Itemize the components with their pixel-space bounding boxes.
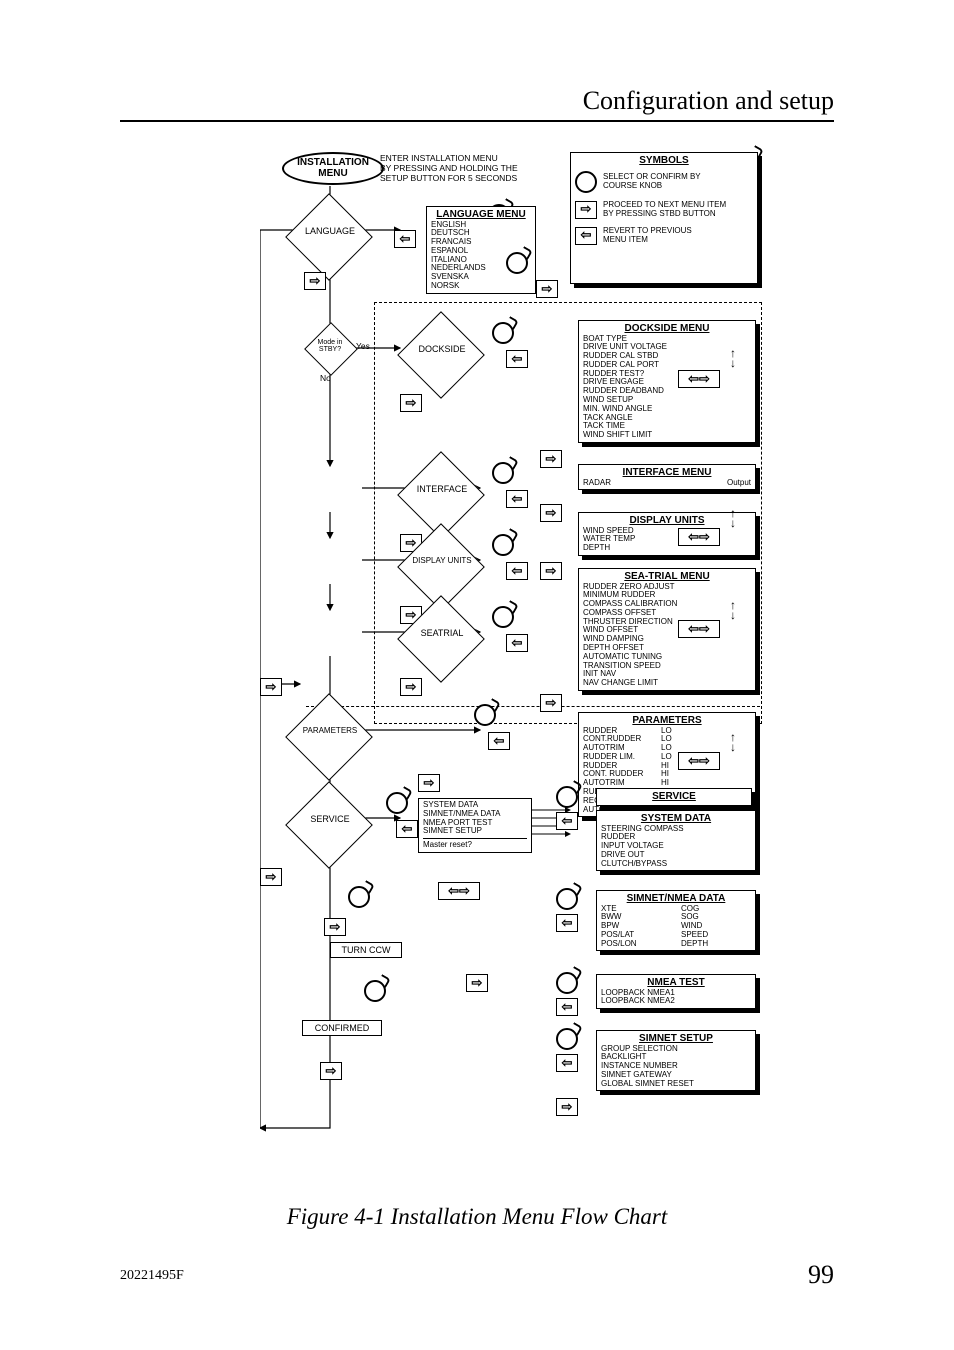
service-title: SERVICE xyxy=(596,788,752,806)
left-arrow-icon: ⇦ xyxy=(394,230,416,248)
updown-icon: ↑↓ xyxy=(730,348,736,368)
left-arrow-icon: ⇦ xyxy=(488,732,510,750)
left-arrow-icon: ⇦ xyxy=(506,490,528,508)
system-data-menu: SYSTEM DATA STEERING COMPASSRUDDERINPUT … xyxy=(596,810,756,871)
knob-icon xyxy=(556,888,578,910)
right-arrow-icon: ⇨ xyxy=(400,678,422,696)
left-arrow-icon: ⇦ xyxy=(506,634,528,652)
nav-arrows-icon: ⇦⇨ xyxy=(678,752,720,770)
knob-icon xyxy=(556,786,578,808)
turn-ccw: TURN CCW xyxy=(330,942,402,958)
service-list: SYSTEM DATASIMNET/NMEA DATANMEA PORT TES… xyxy=(418,798,532,853)
nmea-test-menu: NMEA TEST LOOPBACK NMEA1LOOPBACK NMEA2 xyxy=(596,974,756,1009)
updown-icon: ↑↓ xyxy=(730,508,736,528)
knob-icon xyxy=(474,704,496,726)
left-arrow-icon: ⇦ xyxy=(556,914,578,932)
decision-service xyxy=(285,781,373,869)
simnet-nmea-data: SIMNET/NMEA DATA XTEBWWBPWPOS/LATPOS/LON… xyxy=(596,890,756,951)
knob-icon xyxy=(364,980,386,1002)
simnet-setup-menu: SIMNET SETUP GROUP SELECTIONBACKLIGHTINS… xyxy=(596,1030,756,1091)
page-header: Configuration and setup xyxy=(120,86,834,122)
confirmed: CONFIRMED xyxy=(302,1020,382,1036)
figure-caption: Figure 4-1 Installation Menu Flow Chart xyxy=(0,1204,954,1230)
nav-arrows-icon: ⇦⇨ xyxy=(678,528,720,546)
right-arrow-icon: ⇨ xyxy=(540,450,562,468)
knob-icon xyxy=(492,462,514,484)
knob-icon xyxy=(506,252,528,274)
start-node: INSTALLATIONMENU xyxy=(282,152,384,185)
label-no: No xyxy=(320,374,331,384)
right-arrow-icon: ⇨ xyxy=(304,272,326,290)
start-note: ENTER INSTALLATION MENU BY PRESSING AND … xyxy=(380,154,550,183)
seatrial-menu: SEA-TRIAL MENU RUDDER ZERO ADJUSTMINIMUM… xyxy=(578,568,756,691)
right-arrow-icon: ⇨ xyxy=(260,868,282,886)
right-arrow-icon: ⇨ xyxy=(575,201,597,219)
knob-icon xyxy=(575,171,597,193)
knob-icon xyxy=(386,792,408,814)
decision-language xyxy=(285,193,373,281)
left-arrow-icon: ⇦ xyxy=(506,562,528,580)
knob-icon xyxy=(556,1028,578,1050)
language-menu: LANGUAGE MENU ENGLISHDEUTSCHFRANCAISESPA… xyxy=(426,206,536,294)
right-arrow-icon: ⇨ xyxy=(418,774,440,792)
right-arrow-icon: ⇨ xyxy=(556,1098,578,1116)
interface-menu: INTERFACE MENU RADAROutput xyxy=(578,464,756,490)
knob-icon xyxy=(492,606,514,628)
left-arrow-icon: ⇦ xyxy=(556,1054,578,1072)
nav-arrows-icon: ⇦⇨ xyxy=(678,620,720,638)
right-arrow-icon: ⇨ xyxy=(466,974,488,992)
updown-icon: ↑↓ xyxy=(730,600,736,620)
right-arrow-icon: ⇨ xyxy=(540,694,562,712)
knob-icon xyxy=(348,886,370,908)
left-arrow-icon: ⇦ xyxy=(556,998,578,1016)
symbols-legend: SYMBOLS SELECT OR CONFIRM BY COURSE KNOB… xyxy=(570,152,758,284)
right-arrow-icon: ⇨ xyxy=(540,562,562,580)
nav-arrows-icon: ⇦⇨ xyxy=(438,882,480,900)
right-arrow-icon: ⇨ xyxy=(540,504,562,522)
decision-mode xyxy=(304,322,358,376)
right-arrow-icon: ⇨ xyxy=(536,280,558,298)
updown-icon: ↑↓ xyxy=(730,732,736,752)
left-arrow-icon: ⇦ xyxy=(396,820,418,838)
dockside-menu: DOCKSIDE MENU BOAT TYPEDRIVE UNIT VOLTAG… xyxy=(578,320,756,443)
left-arrow-icon: ⇦ xyxy=(556,812,578,830)
doc-number: 20221495F xyxy=(120,1268,184,1284)
left-arrow-icon: ⇦ xyxy=(575,227,597,245)
nav-arrows-icon: ⇦⇨ xyxy=(678,370,720,388)
right-arrow-icon: ⇨ xyxy=(320,1062,342,1080)
label-yes: Yes xyxy=(356,342,370,352)
right-arrow-icon: ⇨ xyxy=(324,918,346,936)
right-arrow-icon: ⇨ xyxy=(260,678,282,696)
knob-icon xyxy=(492,534,514,556)
flowchart: INSTALLATIONMENU ENTER INSTALLATION MENU… xyxy=(260,150,770,1190)
knob-icon xyxy=(556,972,578,994)
page-number: 99 xyxy=(808,1260,834,1290)
